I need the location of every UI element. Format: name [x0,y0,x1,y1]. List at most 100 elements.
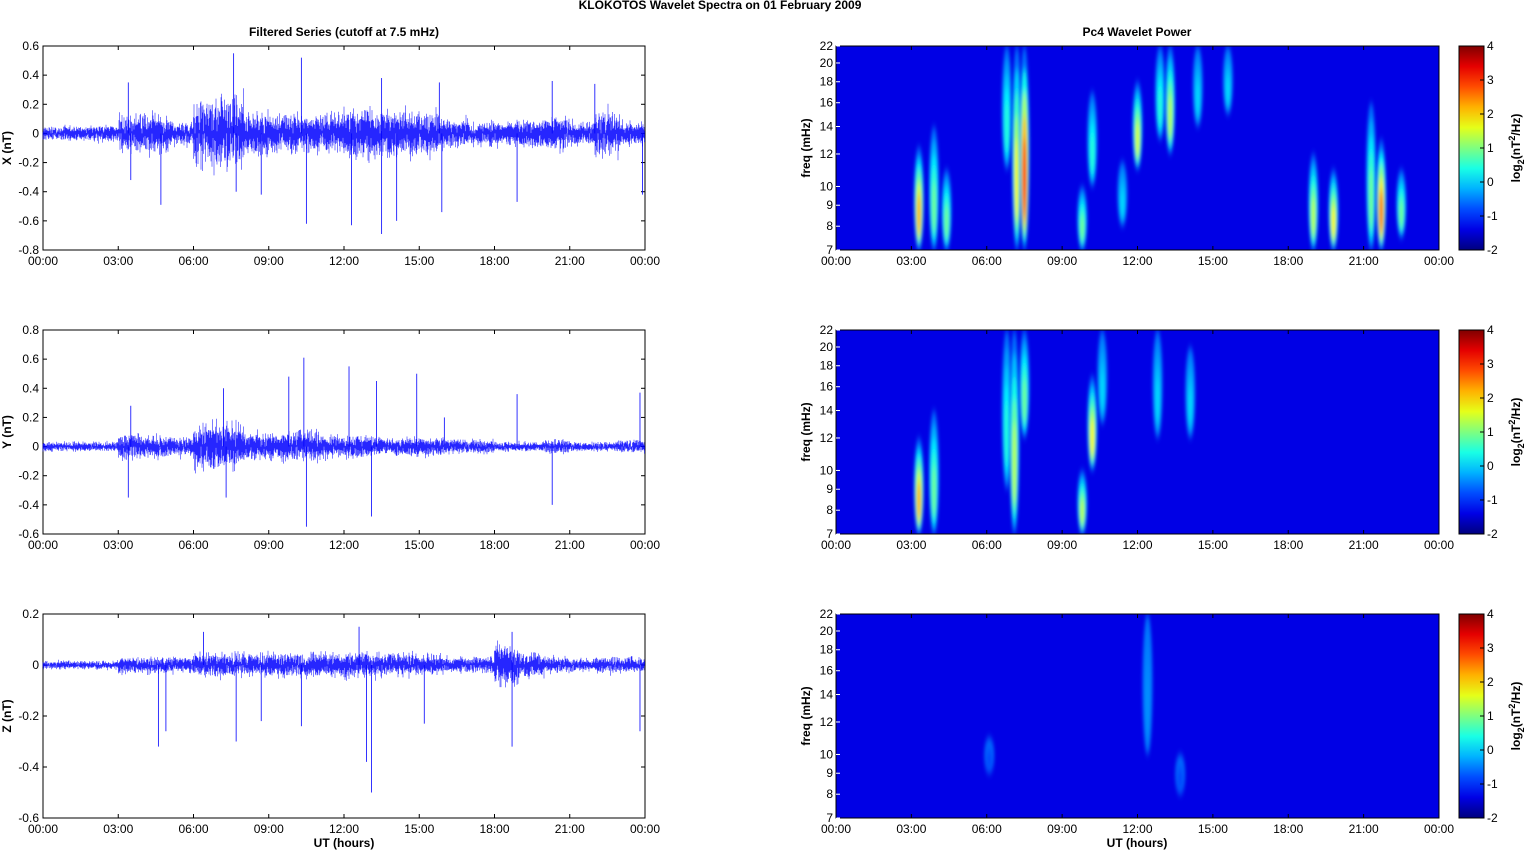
x-tick-label-series: 00:00 [630,254,660,268]
x-tick-label-spectrum: 00:00 [821,822,851,836]
blob-level [1080,499,1084,525]
y-tick-label: 0 [32,126,39,140]
colorbar-tick-label: -2 [1487,243,1498,257]
figure-canvas: KLOKOTOS Wavelet Spectra on 01 February … [0,0,1526,850]
series-ylabel: X (nT) [0,131,14,165]
x-tick-label-spectrum: 18:00 [1273,254,1303,268]
blob-level [1135,121,1140,157]
x-tick-label-series: 03:00 [103,538,133,552]
freq-tick-label: 14 [820,404,834,418]
spectrum-background [836,614,1439,818]
blob-level [1331,205,1336,238]
x-tick-label-spectrum: 00:00 [821,254,851,268]
x-tick-label-spectrum: 15:00 [1198,822,1228,836]
spectrum-blob [1308,153,1319,250]
spectrum-blob [1019,330,1030,438]
spectrum-blob [913,437,924,534]
spectrum-blob [1185,346,1196,438]
series-plot-area [42,613,646,819]
blob-level [917,481,921,520]
blob-level [1090,418,1095,457]
colorbar-tick-label: 2 [1487,107,1494,121]
series-ylabel: Z (nT) [0,699,14,732]
spectrum-blob [1328,169,1339,250]
y-tick-label: 0.2 [22,607,39,621]
x-tick-label-spectrum: 12:00 [1122,822,1152,836]
x-tick-label-series: 15:00 [404,822,434,836]
y-tick-label: 0.6 [22,352,39,366]
colorbar-tick-label: 3 [1487,641,1494,655]
y-tick-label: 0.4 [22,68,39,82]
x-tick-label-series: 09:00 [254,254,284,268]
x-tick-label-spectrum: 21:00 [1349,822,1379,836]
colorbar-tick-label: 3 [1487,357,1494,371]
x-tick-label-spectrum: 21:00 [1349,538,1379,552]
left-column-title: Filtered Series (cutoff at 7.5 mHz) [249,25,439,39]
spectrum-blob [1117,161,1128,227]
x-tick-label-spectrum: 03:00 [896,254,926,268]
right-xlabel: UT (hours) [1107,836,1168,850]
y-tick-label: 0.8 [22,323,39,337]
blob-level [917,193,921,235]
colorbar-label: log2(nT2/Hz) [1507,398,1526,467]
blob-level [1168,94,1172,138]
freq-tick-label: 22 [820,607,834,621]
y-tick-label: -0.4 [18,760,39,774]
freq-tick-label: 9 [826,766,833,780]
freq-tick-label: 9 [826,198,833,212]
x-tick-label-series: 06:00 [178,254,208,268]
blob-level [1145,677,1150,734]
freq-tick-label: 18 [820,359,834,373]
blob-level [1080,215,1084,241]
colorbar-tick-label: -2 [1487,811,1498,825]
freq-tick-label: 9 [826,482,833,496]
spectrum-ylabel: freq (mHz) [799,402,813,461]
x-tick-label-spectrum: 09:00 [1047,538,1077,552]
x-tick-label-spectrum: 15:00 [1198,538,1228,552]
colorbar-tick-label: 4 [1487,39,1494,53]
blob-level [1100,372,1105,410]
colorbar-tick-label: 1 [1487,709,1494,723]
right-column-title: Pc4 Wavelet Power [1083,25,1192,39]
x-tick-label-series: 00:00 [28,822,58,836]
colorbar-tick-label: 4 [1487,323,1494,337]
spectrum-blob [1019,46,1030,250]
colorbar-tick-label: -1 [1487,777,1498,791]
x-tick-label-spectrum: 00:00 [1424,822,1454,836]
blob-level [1158,88,1162,126]
x-tick-label-series: 18:00 [479,538,509,552]
spectrum-blob [1396,169,1407,238]
spectrum-blob [1155,46,1166,140]
spectrum-blob [1009,330,1020,534]
x-tick-label-series: 00:00 [28,254,58,268]
blob-level [1005,401,1009,466]
colorbar-label: log2(nT2/Hz) [1507,114,1526,183]
blob-level [1155,378,1160,422]
blob-level [1178,772,1182,789]
y-tick-label: 0.2 [22,410,39,424]
spectrum-blob [1175,754,1186,795]
blob-level [1015,137,1019,220]
blob-level [1379,189,1383,234]
series-ylabel: Y (nT) [0,415,14,449]
y-tick-label: -0.4 [18,185,39,199]
blob-level [1012,421,1017,504]
freq-tick-label: 16 [820,96,834,110]
freq-tick-label: 14 [820,688,834,702]
freq-tick-label: 10 [820,463,834,477]
x-tick-label-spectrum: 18:00 [1273,822,1303,836]
colorbar-label: log2(nT2/Hz) [1507,682,1526,751]
blob-level [987,753,992,768]
blob-level [1369,169,1373,228]
spectrum-blob [1001,46,1012,170]
x-tick-label-spectrum: 18:00 [1273,538,1303,552]
x-tick-label-spectrum: 12:00 [1122,538,1152,552]
y-tick-label: -0.6 [18,214,39,228]
figure-title: KLOKOTOS Wavelet Spectra on 01 February … [579,0,862,12]
x-tick-label-spectrum: 06:00 [972,538,1002,552]
spectrum-blob [941,169,952,250]
x-tick-label-series: 06:00 [178,822,208,836]
colorbar-tick-label: -2 [1487,527,1498,541]
x-tick-label-series: 21:00 [555,254,585,268]
blob-level [1090,134,1095,173]
